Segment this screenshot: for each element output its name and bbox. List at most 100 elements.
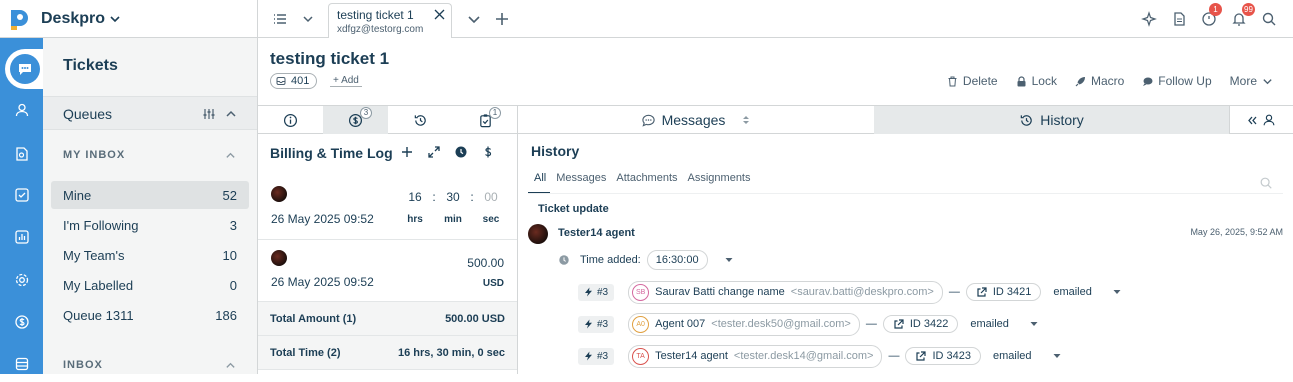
collapse-panel-button[interactable]: [1229, 106, 1293, 134]
chart-icon: [14, 230, 29, 244]
macro-button[interactable]: Macro: [1075, 74, 1124, 88]
billing-panel: 3 1 Billing & Time Log 26 May 2025 09:52…: [258, 106, 518, 374]
sidebar-item-my-labelled[interactable]: My Labelled 0: [51, 271, 249, 299]
delete-button[interactable]: Delete: [947, 74, 998, 88]
notifications-button[interactable]: 99: [1225, 3, 1255, 33]
linked-ticket-chip[interactable]: ID 3423: [905, 347, 982, 365]
follow-up-button[interactable]: Follow Up: [1142, 74, 1212, 88]
lock-button[interactable]: Lock: [1016, 74, 1057, 88]
inbox-icon: [276, 77, 286, 85]
dollar-sign-icon[interactable]: [481, 145, 495, 159]
sidebar-item-label: My Team's: [63, 247, 125, 263]
document-icon: [1174, 12, 1185, 26]
tab-list-button[interactable]: [266, 5, 294, 33]
ticket-title[interactable]: testing ticket 1: [270, 49, 389, 69]
caret-down-icon[interactable]: [724, 255, 734, 265]
message-ref[interactable]: #3: [578, 347, 615, 365]
filter-all[interactable]: All: [528, 172, 551, 194]
recipient-chip[interactable]: SB Saurav Batti change name <saurav.batt…: [628, 280, 943, 304]
clock-icon[interactable]: [454, 145, 468, 159]
documents-button[interactable]: [1165, 5, 1193, 33]
ticket-tab[interactable]: testing ticket 1 xdfgz@testorg.com: [328, 3, 452, 38]
caret-down-icon[interactable]: [1029, 319, 1039, 329]
rail-admin[interactable]: [0, 262, 43, 298]
chat-badge: 1: [1209, 3, 1222, 16]
sort-icon[interactable]: [741, 114, 751, 126]
total-time-value: 16 hrs, 30 min, 0 sec: [397, 346, 505, 359]
more-button[interactable]: More: [1230, 74, 1273, 88]
tab-dropdown-button[interactable]: [296, 5, 320, 33]
chevron-up-icon[interactable]: [225, 108, 237, 120]
linked-ticket-id: ID 3421: [992, 286, 1032, 298]
add-label-button[interactable]: + Add: [330, 75, 362, 87]
avatar: [271, 186, 287, 202]
time-added-value: 16:30:00: [646, 250, 708, 270]
dollar-icon: [14, 315, 29, 329]
message-ref[interactable]: #3: [578, 283, 615, 301]
entry-date: 26 May 2025 09:52: [271, 212, 374, 226]
tab-history-log[interactable]: [388, 106, 453, 134]
sidebar-item-following[interactable]: I'm Following 3: [51, 211, 249, 239]
filter-assignments[interactable]: Assignments: [682, 172, 755, 194]
brand-switcher[interactable]: Deskpro: [0, 0, 258, 38]
charge-entry[interactable]: 26 May 2025 09:52 500.00 USD: [258, 240, 517, 302]
delete-label: Delete: [962, 74, 998, 88]
tab-info[interactable]: [258, 106, 323, 134]
search-button[interactable]: [1255, 5, 1283, 33]
recipient-name: Agent 007: [655, 318, 706, 330]
sidebar-item-mine[interactable]: Mine 52: [51, 181, 249, 209]
follow-up-label: Follow Up: [1158, 74, 1212, 88]
chat-button[interactable]: 1: [1195, 3, 1223, 33]
sliders-icon[interactable]: [203, 108, 215, 120]
tab-messages[interactable]: Messages: [518, 106, 874, 134]
tab-history[interactable]: History: [874, 106, 1229, 134]
email-history-row: #3 SB Saurav Batti change name <saurav.b…: [578, 280, 1122, 304]
rail-database[interactable]: [0, 346, 43, 382]
more-tabs-button[interactable]: [460, 5, 488, 33]
rail-users[interactable]: [0, 92, 43, 128]
tab-billing[interactable]: 3: [323, 106, 388, 134]
filter-messages[interactable]: Messages: [550, 172, 610, 194]
message-ref[interactable]: #3: [578, 315, 615, 333]
chevron-down-icon: [1263, 78, 1272, 84]
sidebar-item-count: 10: [222, 247, 237, 263]
queues-header[interactable]: Queues: [43, 96, 257, 130]
tab-tasks[interactable]: 1: [453, 106, 518, 134]
sidebar-item-queue-1311[interactable]: Queue 1311 186: [51, 301, 249, 329]
filter-attachments[interactable]: Attachments: [610, 172, 681, 194]
avatar: [528, 224, 548, 244]
my-inbox-label: MY INBOX: [63, 149, 126, 161]
ai-sparkle-button[interactable]: [1135, 5, 1163, 33]
caret-down-icon[interactable]: [1052, 351, 1062, 361]
rail-tickets[interactable]: [5, 49, 43, 89]
new-tab-button[interactable]: [488, 5, 516, 33]
close-icon[interactable]: [434, 9, 445, 20]
charge-amount: 500.00: [467, 256, 504, 270]
chevron-up-icon[interactable]: [225, 360, 236, 371]
caret-down-icon[interactable]: [1112, 287, 1122, 297]
document-search-icon: [15, 147, 28, 161]
search-icon[interactable]: [1259, 176, 1273, 190]
dash-separator: —: [948, 286, 960, 298]
rail-tasks[interactable]: [0, 177, 43, 213]
rail-knowledgebase[interactable]: [0, 136, 43, 172]
recipient-chip[interactable]: A0 Agent 007 <tester.desk50@gmail.com>: [628, 312, 860, 336]
chevron-up-icon[interactable]: [225, 150, 236, 161]
recipient-email: <tester.desk14@gmail.com>: [733, 350, 874, 362]
sidebar-item-my-teams[interactable]: My Team's 10: [51, 241, 249, 269]
linked-ticket-chip[interactable]: ID 3421: [965, 283, 1042, 301]
sidebar-item-label: I'm Following: [63, 217, 139, 233]
ticket-id-badge[interactable]: 401: [270, 73, 318, 89]
sidebar-item-count: 3: [229, 217, 237, 233]
linked-ticket-chip[interactable]: ID 3422: [882, 315, 959, 333]
recipient-chip[interactable]: TA Tester14 agent <tester.desk14@gmail.c…: [628, 344, 883, 368]
entry-date: 26 May 2025 09:52: [271, 275, 374, 289]
plus-icon[interactable]: [400, 145, 414, 159]
user-icon: [1263, 114, 1275, 126]
time-log-entry[interactable]: 26 May 2025 09:52 16 hrs : 30 min : 00 sec: [258, 174, 517, 240]
expand-icon[interactable]: [427, 145, 441, 159]
total-amount-value: 500.00 USD: [445, 312, 505, 325]
bolt-icon: [585, 319, 592, 329]
rail-billing[interactable]: [0, 304, 43, 340]
rail-reports[interactable]: [0, 219, 43, 255]
